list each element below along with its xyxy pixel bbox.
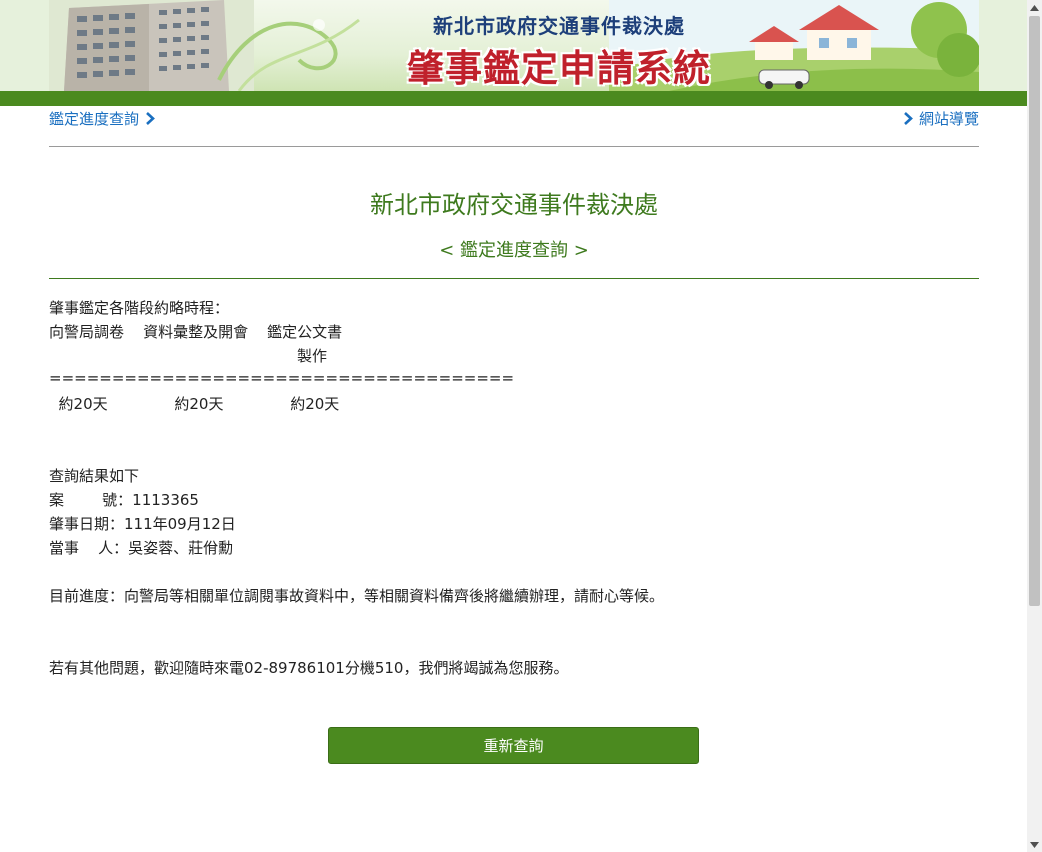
- page-title: 新北市政府交通事件裁決處: [370, 191, 658, 219]
- sitemap-link-label: 網站導覽: [918, 110, 979, 128]
- sitemap-link[interactable]: 網站導覽: [902, 108, 979, 129]
- vertical-scrollbar[interactable]: [1027, 0, 1042, 852]
- current-progress: 目前進度：向警局等相關單位調閱事故資料中，等相關資料備齊後將繼續辦理，請耐心等候…: [49, 587, 665, 605]
- timeline-title: 肇事鑑定各階段約略時程：: [49, 299, 230, 317]
- result-header: 查詢結果如下: [49, 467, 140, 485]
- divider: [49, 278, 979, 279]
- progress-query-link[interactable]: 鑑定進度查詢: [49, 108, 156, 129]
- parties: 當事 人：吳姿蓉、莊佾勳: [49, 539, 234, 557]
- green-header-bar: [0, 91, 1027, 106]
- scroll-up-arrow-icon[interactable]: [1027, 0, 1042, 15]
- progress-query-link-label: 鑑定進度查詢: [49, 110, 140, 128]
- timeline-durations: 約20天 約20天 約20天: [49, 395, 340, 413]
- divider: [49, 146, 979, 147]
- requery-button[interactable]: 重新查詢: [328, 727, 699, 764]
- banner-subtitle: 新北市政府交通事件裁決處: [433, 14, 685, 38]
- case-number: 案 號：1113365: [49, 491, 199, 509]
- chevron-right-icon: [904, 112, 914, 125]
- page: 新北市政府交通事件裁決處 肇事鑑定申請系統 鑑定進度查詢 網站導覽 新北市政府交…: [0, 0, 1027, 852]
- scroll-down-arrow-icon[interactable]: [1027, 837, 1042, 852]
- header-banner: 新北市政府交通事件裁決處 肇事鑑定申請系統: [49, 0, 979, 91]
- accident-date: 肇事日期：111年09月12日: [49, 515, 236, 533]
- chevron-right-icon: [145, 112, 155, 125]
- banner-title: 肇事鑑定申請系統: [407, 47, 711, 90]
- scrollbar-thumb[interactable]: [1029, 16, 1040, 606]
- timeline-stages: 向警局調卷 資料彙整及開會 鑑定公文書: [49, 323, 343, 341]
- timeline-stages-wrap: 製作: [297, 347, 328, 365]
- section-title: < 鑑定進度查詢 >: [439, 240, 589, 261]
- contact-info: 若有其他問題，歡迎隨時來電02-89786101分機510，我們將竭誠為您服務。: [49, 659, 569, 677]
- timeline-separator: =====================================: [49, 369, 515, 387]
- decorative-swirl-image: [217, 18, 360, 91]
